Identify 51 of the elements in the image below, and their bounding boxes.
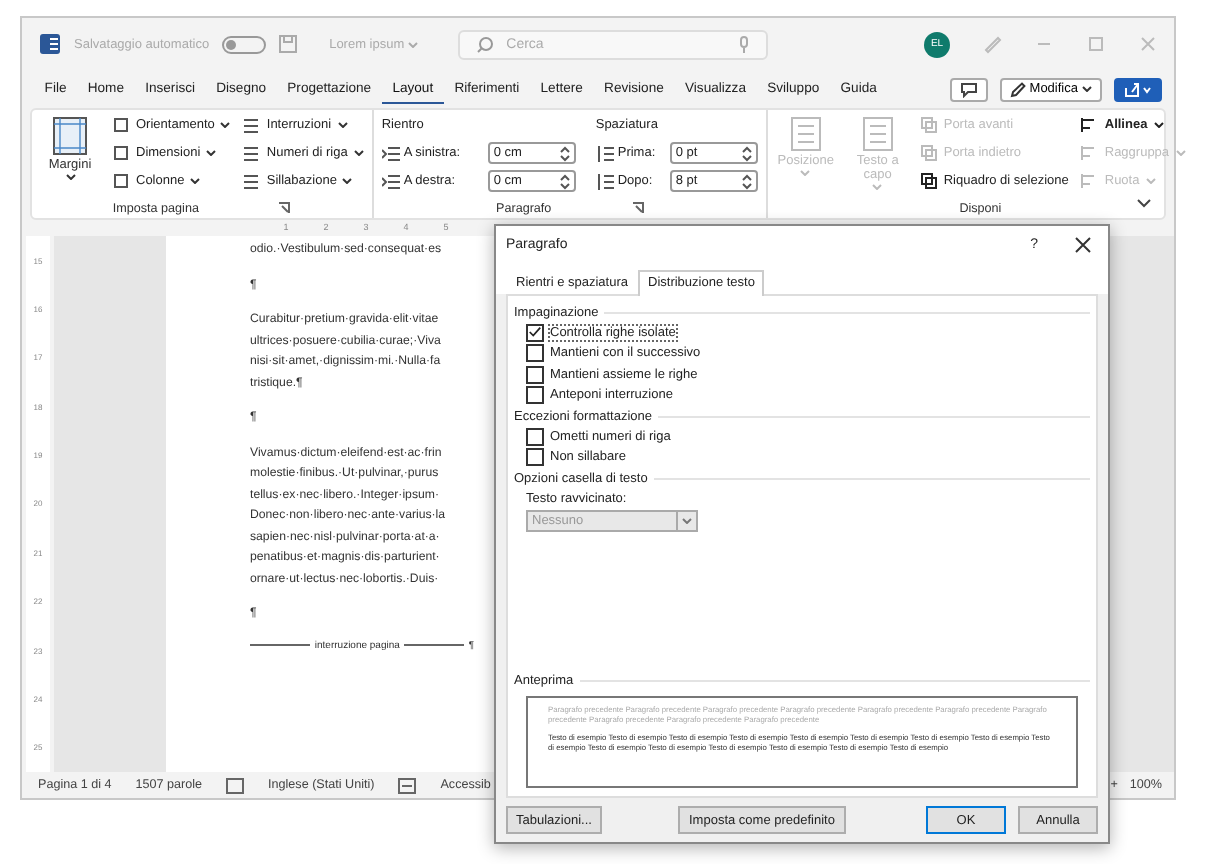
caret-icon — [353, 150, 364, 156]
checkbox[interactable] — [526, 448, 544, 467]
caret-icon — [1082, 86, 1092, 92]
spinner-arrows-icon — [741, 173, 752, 189]
spacing-icon — [595, 145, 614, 161]
autosave-toggle[interactable] — [221, 35, 266, 53]
search-icon — [476, 35, 495, 53]
caret-icon — [342, 178, 353, 184]
proofing-icon[interactable] — [226, 777, 245, 793]
spinner-arrows-icon — [741, 145, 752, 161]
lines-icon — [242, 144, 261, 162]
lines-icon — [242, 116, 261, 134]
spinner-arrows-icon — [559, 173, 570, 189]
dialog-launcher-icon[interactable] — [631, 202, 644, 214]
speech-bubble-icon — [959, 81, 978, 97]
checkbox[interactable] — [526, 344, 544, 363]
caret-icon — [337, 122, 348, 128]
caret-icon — [682, 518, 692, 524]
caret-icon — [800, 170, 811, 177]
caret-icon — [1145, 178, 1156, 184]
caret-icon — [206, 150, 217, 156]
checkbox[interactable] — [526, 323, 544, 342]
page-text-icon — [789, 116, 822, 152]
share-icon — [1124, 81, 1152, 97]
caret-icon — [190, 178, 201, 184]
indent-icon — [381, 145, 400, 161]
dialog-launcher-icon[interactable] — [278, 202, 291, 214]
comments-button[interactable] — [949, 77, 988, 101]
checkbox[interactable] — [526, 386, 544, 405]
spinner-arrows-icon — [559, 145, 570, 161]
checkbox[interactable] — [526, 365, 544, 384]
page-text-icon — [861, 116, 894, 152]
align-icon — [1080, 144, 1099, 162]
spacing-icon — [595, 173, 614, 189]
caret-icon — [1175, 150, 1186, 156]
margins-icon — [52, 116, 88, 156]
collapse-ribbon-icon[interactable] — [1136, 198, 1152, 210]
document-app-icon — [38, 32, 62, 56]
caret-icon — [872, 184, 883, 191]
align-icon — [1080, 116, 1099, 134]
pencil-icon — [1009, 81, 1026, 97]
caret-icon — [1153, 122, 1164, 128]
lines-icon — [242, 172, 261, 190]
caret-icon — [65, 174, 75, 180]
checkbox[interactable] — [526, 427, 544, 446]
caret-icon — [220, 122, 231, 128]
predictions-icon[interactable] — [398, 777, 417, 793]
align-icon — [1080, 172, 1099, 190]
share-button[interactable] — [1114, 77, 1162, 101]
close-icon[interactable] — [1074, 235, 1092, 253]
indent-icon — [381, 173, 400, 189]
